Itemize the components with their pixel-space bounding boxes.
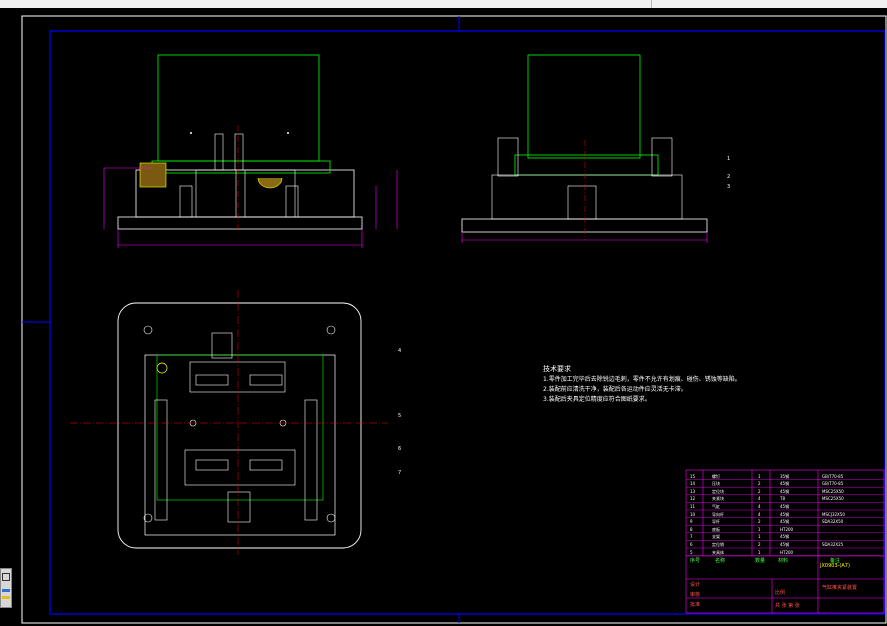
parts-cell-no: 12 xyxy=(690,496,696,502)
parts-cell-qty: 1 xyxy=(758,473,761,479)
parts-cell-qty: 2 xyxy=(758,481,761,487)
sheet-label: 共 张 第 张 xyxy=(775,603,800,609)
scale-label: 比例 xyxy=(775,590,786,596)
parts-cell-no: 7 xyxy=(690,534,693,540)
balloon-3: 3 xyxy=(727,184,731,190)
parts-cell-mat: 45钢 xyxy=(780,534,790,540)
parts-cell-name: 底板 xyxy=(712,526,720,532)
zone-ticks xyxy=(22,16,460,623)
tech-title: 技术要求 xyxy=(543,365,571,373)
parts-cell-name: 导向杆 xyxy=(712,511,724,517)
parts-cell-std: MSC25X50 xyxy=(822,496,844,502)
parts-cell-name: 定位销 xyxy=(712,541,724,547)
sign-review: 审核 xyxy=(690,592,701,598)
parts-cell-mat: HT200 xyxy=(780,549,794,555)
front-view xyxy=(103,54,398,248)
tech-line-2: 2.装配前应清洗干净，装配后各运动件应灵活无卡滞。 xyxy=(543,386,687,393)
parts-cell-qty: 1 xyxy=(758,549,761,555)
parts-cell-qty: 2 xyxy=(758,541,761,547)
sign-design: 设计 xyxy=(690,582,701,588)
parts-cell-mat: 45钢 xyxy=(780,541,790,547)
plan-view xyxy=(70,290,388,555)
tech-line-3: 3.装配后夹具定位精度应符合图纸要求。 xyxy=(543,396,651,403)
parts-cell-qty: 1 xyxy=(758,534,761,540)
header-remark: 备注 xyxy=(830,558,841,564)
balloon-5: 5 xyxy=(398,413,402,419)
parts-cell-name: 定位块 xyxy=(712,488,724,494)
parts-cell-qty: 2 xyxy=(758,488,761,494)
parts-cell-no: 11 xyxy=(690,503,696,509)
parts-cell-mat: 45钢 xyxy=(780,488,790,494)
balloon-4: 4 xyxy=(398,348,402,354)
parts-cell-qty: 4 xyxy=(758,511,761,517)
header-material: 材料 xyxy=(778,558,789,564)
parts-cell-mat: 45钢 xyxy=(780,519,790,525)
parts-cell-qty: 1 xyxy=(758,526,761,532)
parts-cell-qty: 4 xyxy=(758,496,761,502)
parts-cell-no: 6 xyxy=(690,541,693,547)
parts-cell-name: 支架 xyxy=(712,534,720,540)
parts-cell-no: 15 xyxy=(690,473,696,479)
part-name: 气缸推夹紧装置 xyxy=(822,585,858,591)
parts-cell-no: 14 xyxy=(690,481,696,487)
parts-cell-no: 5 xyxy=(690,549,693,555)
parts-cell-qty: 4 xyxy=(758,503,761,509)
parts-cell-no: 10 xyxy=(690,511,696,517)
parts-cell-no: 9 xyxy=(690,519,693,525)
technical-requirements: 技术要求 1.零件加工完毕后去除锐边毛刺，零件不允许有划痕、碰伤、锈蚀等缺陷。 … xyxy=(543,364,741,405)
sign-approve: 批准 xyxy=(690,602,701,608)
side-view xyxy=(461,54,708,243)
outer-border xyxy=(21,15,887,624)
parts-cell-std: MSCJ32X50 xyxy=(822,511,845,517)
parts-cell-std: MSC25X50 xyxy=(822,488,844,494)
balloon-7: 7 xyxy=(398,470,402,476)
palette-yellow-icon[interactable] xyxy=(2,596,10,599)
parts-cell-std: SDA32X50 xyxy=(822,519,844,525)
palette-blue-icon[interactable] xyxy=(2,589,10,592)
tool-palette[interactable] xyxy=(0,568,12,608)
parts-cell-qty: 2 xyxy=(758,519,761,525)
parts-cell-name: 夹具体 xyxy=(712,549,724,555)
parts-cell-name: 压块 xyxy=(712,481,720,487)
cad-drawing-canvas[interactable] xyxy=(0,0,887,626)
parts-cell-name: 夹紧块 xyxy=(712,496,724,502)
parts-cell-no: 8 xyxy=(690,526,693,532)
parts-cell-std: GB/T70-85 xyxy=(822,481,844,487)
header-qty: 数量 xyxy=(755,558,766,564)
parts-cell-mat: 35钢 xyxy=(780,473,790,479)
header-no: 序号 xyxy=(690,558,701,564)
parts-cell-name: 气缸 xyxy=(712,503,720,509)
parts-cell-mat: 45钢 xyxy=(780,503,790,509)
palette-square-icon[interactable] xyxy=(2,573,10,581)
parts-cell-mat: T8 xyxy=(780,496,785,502)
parts-cell-name: 螺钉 xyxy=(712,473,720,479)
parts-cell-std: SDA32X25 xyxy=(822,541,844,547)
parts-cell-mat: HT200 xyxy=(780,526,794,532)
parts-cell-no: 13 xyxy=(690,488,696,494)
parts-cell-name: 导杆 xyxy=(712,519,720,525)
parts-cell-std: GB/T70-85 xyxy=(822,473,844,479)
balloon-2: 2 xyxy=(727,174,731,180)
balloon-6: 6 xyxy=(398,446,402,452)
tech-line-1: 1.零件加工完毕后去除锐边毛刺，零件不允许有划痕、碰伤、锈蚀等缺陷。 xyxy=(543,376,741,383)
balloon-1: 1 xyxy=(727,156,731,162)
header-name: 名称 xyxy=(715,558,726,564)
parts-cell-mat: 45钢 xyxy=(780,511,790,517)
parts-cell-mat: 45钢 xyxy=(780,481,790,487)
